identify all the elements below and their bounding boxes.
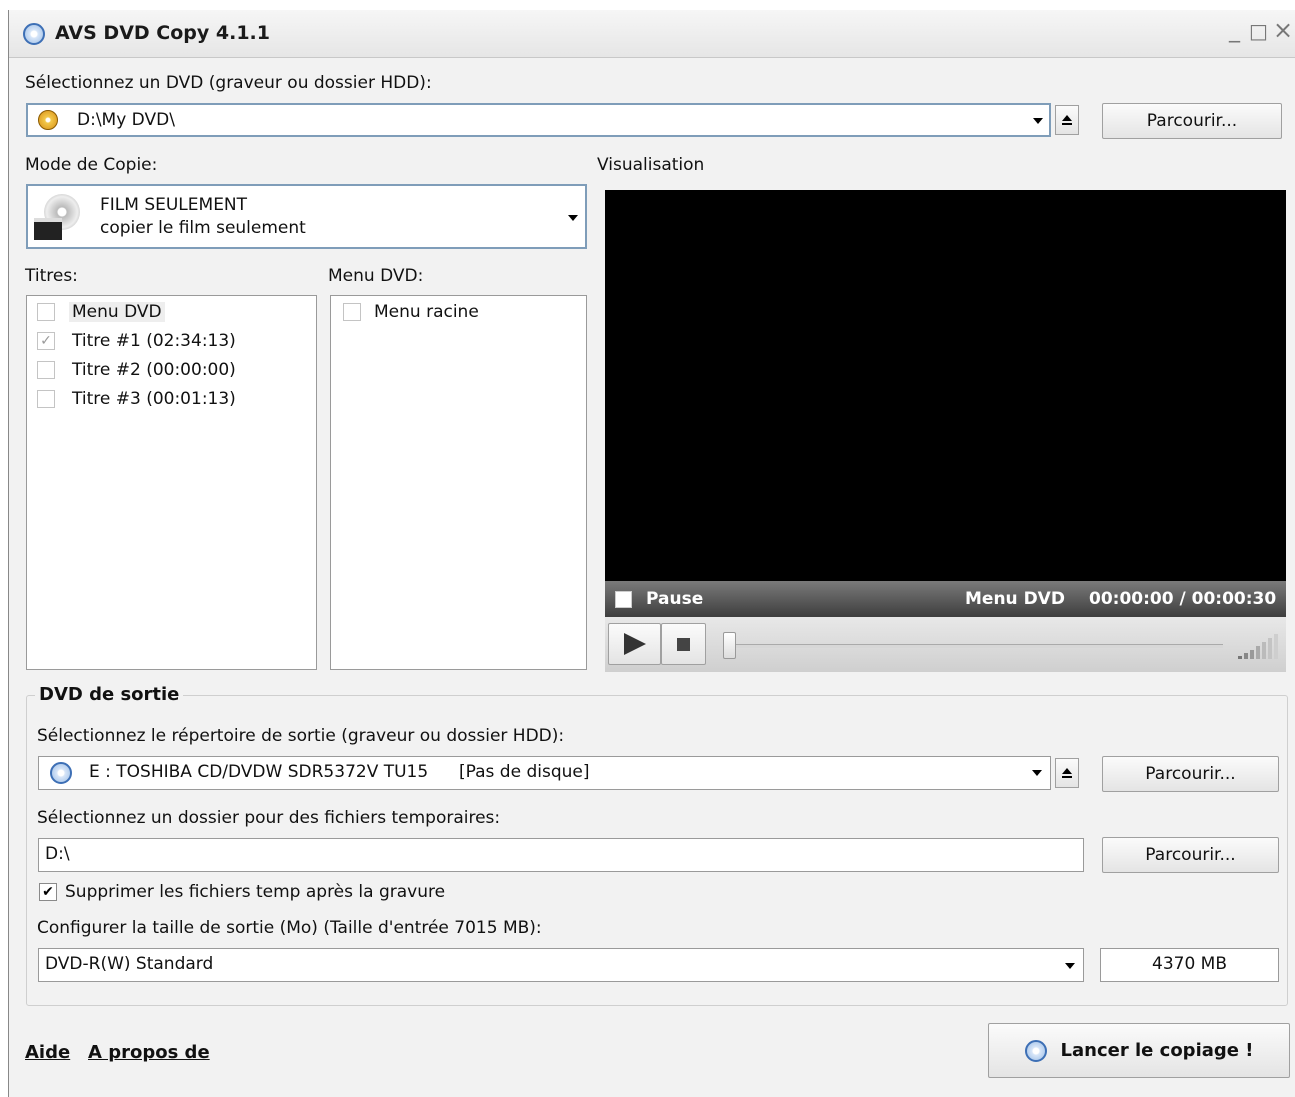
video-preview bbox=[605, 190, 1286, 581]
window-title: AVS DVD Copy 4.1.1 bbox=[55, 22, 270, 44]
pause-label: Pause bbox=[646, 589, 704, 609]
copy-mode-description: copier le film seulement bbox=[100, 218, 306, 238]
source-eject-button[interactable] bbox=[1055, 105, 1079, 135]
output-drive-status: [Pas de disque] bbox=[459, 762, 590, 782]
list-item-label: Titre #2 (00:00:00) bbox=[72, 360, 236, 380]
chevron-down-icon[interactable] bbox=[1032, 770, 1042, 776]
playback-controls bbox=[605, 617, 1286, 672]
checkbox[interactable]: ✓ bbox=[37, 332, 55, 350]
output-dir-label: Sélectionnez le répertoire de sortie (gr… bbox=[37, 726, 565, 746]
play-icon bbox=[623, 633, 646, 655]
maximize-button[interactable]: □ bbox=[1249, 19, 1268, 43]
copy-mode-label: Mode de Copie: bbox=[25, 155, 158, 175]
source-browse-button[interactable]: Parcourir... bbox=[1102, 103, 1282, 139]
start-copy-button[interactable]: Lancer le copiage ! bbox=[988, 1023, 1290, 1078]
seek-handle[interactable] bbox=[723, 632, 736, 659]
checkbox[interactable] bbox=[37, 303, 55, 321]
dvd-menu-label: Menu DVD: bbox=[328, 266, 424, 286]
play-button[interactable] bbox=[608, 623, 661, 665]
output-drive-name: E : TOSHIBA CD/DVDW SDR5372V TU15 bbox=[89, 762, 429, 782]
delete-temp-checkbox[interactable]: ✔ bbox=[39, 883, 57, 901]
source-combo[interactable]: D:\My DVD\ bbox=[26, 103, 1051, 137]
dvd-menu-list[interactable]: Menu racine bbox=[330, 295, 587, 670]
time-readout: 00:00:00 / 00:00:30 bbox=[1089, 589, 1277, 609]
checkbox[interactable] bbox=[37, 361, 55, 379]
temp-folder-input[interactable]: D:\ bbox=[38, 838, 1084, 872]
temp-browse-button[interactable]: Parcourir... bbox=[1102, 837, 1279, 873]
checkbox[interactable] bbox=[37, 390, 55, 408]
temp-folder-label: Sélectionnez un dossier pour des fichier… bbox=[37, 808, 501, 828]
titles-label: Titres: bbox=[25, 266, 78, 286]
output-eject-button[interactable] bbox=[1055, 758, 1079, 788]
titles-list[interactable]: Menu DVD ✓ Titre #1 (02:34:13) Titre #2 … bbox=[26, 295, 317, 670]
output-size-combo[interactable]: DVD-R(W) Standard bbox=[38, 948, 1084, 982]
checkbox[interactable] bbox=[343, 303, 361, 321]
output-size-value: 4370 MB bbox=[1152, 954, 1227, 974]
stop-button[interactable] bbox=[661, 623, 706, 665]
source-value: D:\My DVD\ bbox=[77, 110, 175, 130]
chevron-down-icon[interactable] bbox=[1065, 963, 1075, 969]
output-size-label: Configurer la taille de sortie (Mo) (Tai… bbox=[37, 918, 542, 938]
folder-disc-icon bbox=[38, 110, 58, 130]
copy-mode-combo[interactable]: FILM SEULEMENT copier le film seulement bbox=[26, 184, 587, 249]
about-link[interactable]: A propos de bbox=[88, 1042, 210, 1063]
disc-icon bbox=[1024, 1039, 1047, 1062]
menu-dvd-label: Menu DVD bbox=[965, 589, 1065, 609]
source-label: Sélectionnez un DVD (graveur ou dossier … bbox=[25, 73, 432, 93]
output-size-value-field[interactable]: 4370 MB bbox=[1100, 948, 1279, 982]
chevron-down-icon[interactable] bbox=[1033, 118, 1043, 124]
title-bar: AVS DVD Copy 4.1.1 _ □ × bbox=[9, 10, 1295, 58]
preview-status-bar: Pause Menu DVD 00:00:00 / 00:00:30 bbox=[605, 581, 1286, 617]
list-item-label: Titre #1 (02:34:13) bbox=[72, 331, 236, 351]
delete-temp-label: Supprimer les fichiers temp après la gra… bbox=[65, 882, 446, 902]
app-window: AVS DVD Copy 4.1.1 _ □ × Sélectionnez un… bbox=[8, 10, 1295, 1097]
eject-icon bbox=[1062, 115, 1072, 121]
cd-drive-icon bbox=[50, 762, 72, 784]
output-size-preset: DVD-R(W) Standard bbox=[45, 954, 214, 974]
preview-label: Visualisation bbox=[597, 155, 705, 175]
minimize-button[interactable]: _ bbox=[1229, 18, 1240, 43]
stop-icon bbox=[677, 637, 690, 651]
list-item-label: Titre #3 (00:01:13) bbox=[72, 389, 236, 409]
film-clapper-icon bbox=[34, 194, 82, 242]
pause-checkbox[interactable] bbox=[615, 591, 632, 608]
chevron-down-icon[interactable] bbox=[568, 215, 578, 221]
start-copy-label: Lancer le copiage ! bbox=[1060, 1040, 1254, 1061]
copy-mode-title: FILM SEULEMENT bbox=[100, 195, 248, 215]
list-item-label: Menu racine bbox=[374, 302, 479, 322]
dvd-icon bbox=[23, 23, 45, 45]
output-group-title: DVD de sortie bbox=[35, 684, 184, 705]
seek-track[interactable] bbox=[725, 644, 1223, 648]
output-browse-button[interactable]: Parcourir... bbox=[1102, 756, 1279, 792]
volume-icon[interactable] bbox=[1238, 632, 1280, 662]
eject-icon bbox=[1062, 768, 1072, 774]
help-link[interactable]: Aide bbox=[25, 1042, 70, 1063]
output-drive-combo[interactable]: E : TOSHIBA CD/DVDW SDR5372V TU15 [Pas d… bbox=[38, 756, 1051, 790]
list-item-label: Menu DVD bbox=[69, 302, 165, 322]
close-button[interactable]: × bbox=[1273, 16, 1293, 44]
temp-folder-value: D:\ bbox=[45, 844, 70, 864]
